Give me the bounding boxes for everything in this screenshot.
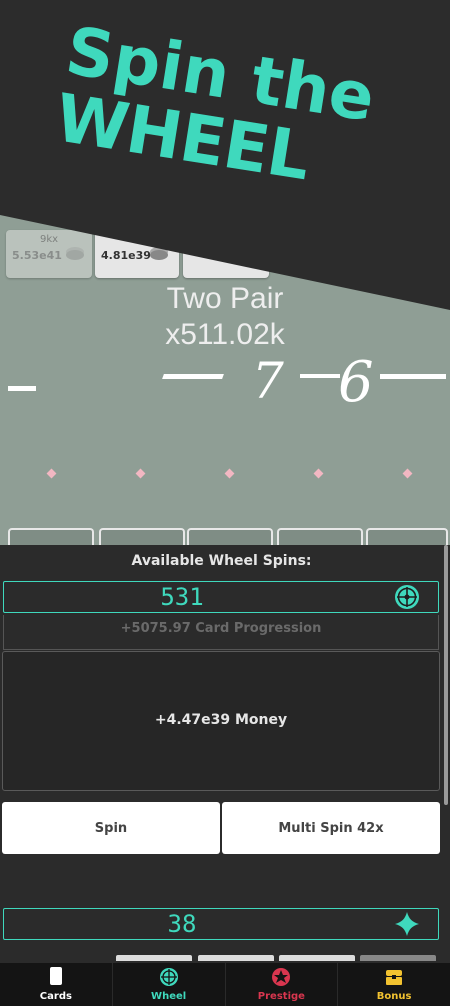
wheel-slot xyxy=(99,528,185,545)
wheel-marker xyxy=(135,468,146,479)
wheel-strip: 7 6 xyxy=(0,350,450,415)
reward-card-progression: +5075.97 Card Progression xyxy=(3,615,439,650)
wheel-panel: Available Wheel Spins: 531 +5075.97 Card… xyxy=(0,545,450,963)
banner-title: Spin the WHEEL xyxy=(50,12,380,199)
chest-icon xyxy=(386,970,403,985)
diamond-icon xyxy=(395,912,419,936)
nav-cards[interactable]: Cards xyxy=(0,963,113,1006)
wheel-slot xyxy=(187,528,273,545)
hidden-tab xyxy=(360,955,436,961)
nav-label: Cards xyxy=(39,991,72,1002)
spins-count: 531 xyxy=(160,583,204,611)
chip-value: 4.81e39 xyxy=(101,249,151,262)
hand-multiplier: x511.02k xyxy=(165,318,285,351)
roulette-icon xyxy=(395,585,419,609)
hidden-tab xyxy=(279,955,355,961)
card-icon xyxy=(49,967,62,985)
coin-icon xyxy=(66,250,84,260)
nav-wheel[interactable]: Wheel xyxy=(113,963,226,1006)
nav-label: Bonus xyxy=(376,991,412,1002)
multi-spin-button[interactable]: Multi Spin 42x xyxy=(222,802,440,854)
nav-label: Prestige xyxy=(257,991,305,1002)
wheel-tick xyxy=(8,386,36,391)
wheel-tick xyxy=(300,374,340,378)
wheel-marker xyxy=(224,468,235,479)
reward-partial-text: +5075.97 Card Progression xyxy=(120,621,322,636)
nav-prestige[interactable]: Prestige xyxy=(226,963,339,1006)
wheel-icon xyxy=(159,968,178,986)
prestige-icon xyxy=(272,968,291,986)
gems-count: 38 xyxy=(167,910,197,938)
reward-main-text: +4.47e39 Money xyxy=(154,712,288,728)
scrollbar[interactable] xyxy=(444,545,448,805)
bottom-nav: Cards Wheel Prestige Bonus xyxy=(0,963,450,1006)
wheel-marker xyxy=(313,468,324,479)
wheel-slot xyxy=(366,528,448,545)
reward-money: +4.47e39 Money xyxy=(2,651,440,791)
hidden-tab xyxy=(116,955,192,961)
spins-label: Available Wheel Spins: xyxy=(131,553,312,569)
spin-button[interactable]: Spin xyxy=(2,802,220,854)
wheel-tick xyxy=(162,374,224,379)
gems-counter: 38 xyxy=(3,908,439,940)
wheel-number: 6 xyxy=(338,350,374,415)
wheel-marker xyxy=(402,468,413,479)
wheel-tick xyxy=(380,374,446,379)
card-chip[interactable]: 9kx 5.53e41 xyxy=(6,230,92,278)
chip-multiplier: 9kx xyxy=(39,234,59,245)
nav-bonus[interactable]: Bonus xyxy=(338,963,450,1006)
wheel-slot xyxy=(8,528,94,545)
wheel-number: 7 xyxy=(252,352,284,410)
nav-label: Wheel xyxy=(151,991,187,1002)
spins-counter: 531 xyxy=(3,581,439,613)
hidden-tab xyxy=(198,955,274,961)
chip-value: 5.53e41 xyxy=(12,249,62,262)
wheel-slot xyxy=(277,528,363,545)
wheel-marker xyxy=(46,468,57,479)
coin-icon xyxy=(150,250,168,260)
